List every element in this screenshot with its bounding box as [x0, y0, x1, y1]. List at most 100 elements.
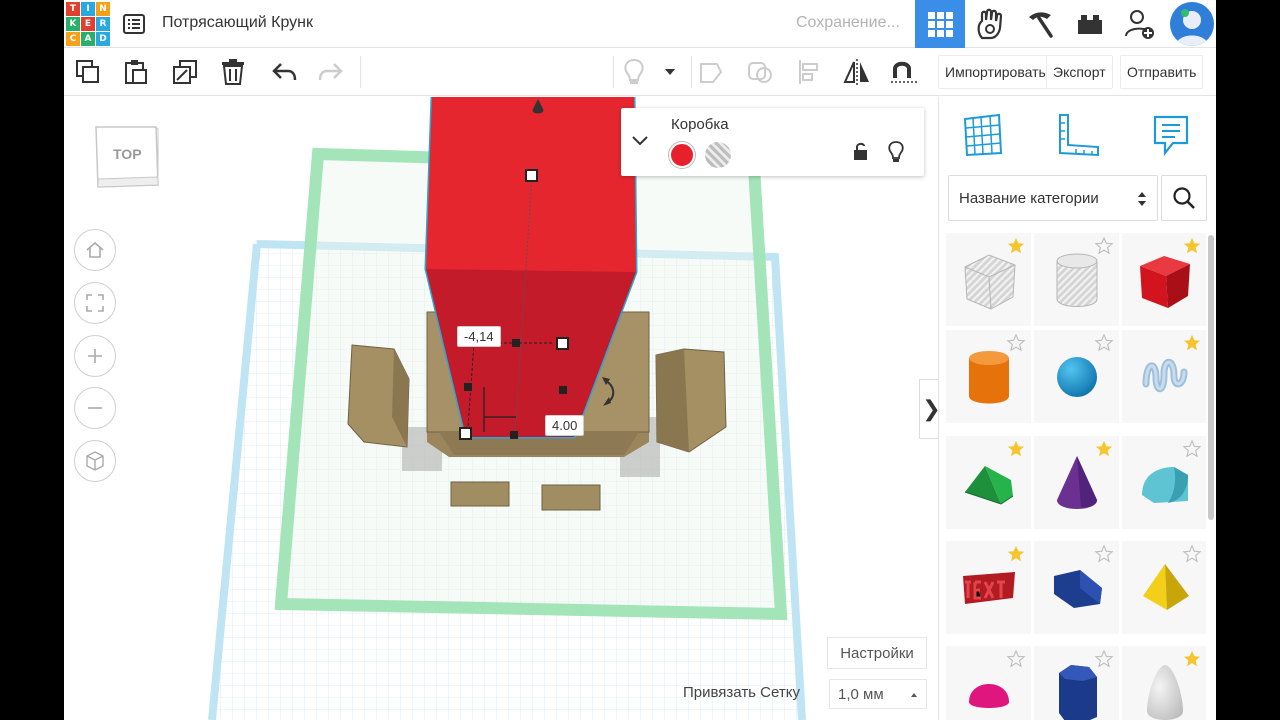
zoom-in-button[interactable] — [74, 335, 116, 377]
favorite-star-icon[interactable] — [1095, 334, 1113, 352]
snap-grid-label: Привязать Сетку — [683, 684, 800, 701]
home-view-button[interactable] — [74, 229, 116, 271]
fit-view-button[interactable] — [74, 282, 116, 324]
shape-cylinder[interactable] — [946, 330, 1031, 423]
shape-round-roof[interactable] — [1122, 436, 1206, 529]
send-button[interactable]: Отправить — [1120, 55, 1204, 89]
logo-cell: C — [66, 32, 80, 46]
corner-handle[interactable] — [459, 427, 472, 440]
favorite-star-icon[interactable] — [1183, 237, 1201, 255]
circuits-icon[interactable] — [965, 0, 1015, 48]
shape-pyramid[interactable] — [1122, 541, 1206, 634]
shape-scribble[interactable] — [1122, 330, 1206, 423]
top-bar: T I N K E R C A D Потрясающий Крунк Сохр… — [64, 0, 1216, 48]
logo-cell: R — [96, 17, 110, 31]
view-cube[interactable]: TOP — [94, 125, 160, 189]
snap-grid-select[interactable]: 1,0 мм — [829, 679, 927, 709]
hole-swatch[interactable] — [705, 142, 731, 168]
shapes-panel: Название категории — [938, 97, 1216, 720]
shape-polygon[interactable] — [1034, 646, 1119, 720]
delete-icon[interactable] — [217, 56, 249, 88]
workplane-tab-icon[interactable] — [959, 111, 1007, 159]
mirror-icon[interactable] — [841, 56, 873, 88]
favorite-star-icon[interactable] — [1007, 440, 1025, 458]
copy-icon[interactable] — [72, 56, 104, 88]
export-button[interactable]: Экспорт — [1046, 55, 1113, 89]
favorite-star-icon[interactable] — [1183, 545, 1201, 563]
shape-text[interactable] — [946, 541, 1031, 634]
favorite-star-icon[interactable] — [1007, 545, 1025, 563]
shape-sphere[interactable] — [1034, 330, 1119, 423]
tinkercad-logo[interactable]: T I N K E R C A D — [66, 2, 110, 46]
workplane-scene[interactable] — [64, 97, 937, 720]
add-user-icon[interactable] — [1115, 0, 1165, 48]
ruler-tab-icon[interactable] — [1054, 111, 1102, 159]
light-icon[interactable] — [618, 56, 650, 88]
shape-box[interactable] — [1122, 233, 1206, 326]
panel-scrollbar[interactable] — [1208, 235, 1214, 520]
edge-handle[interactable] — [510, 431, 518, 439]
favorite-star-icon[interactable] — [1183, 650, 1201, 668]
workplane-magnet-icon[interactable] — [888, 56, 920, 88]
shape-box-hole[interactable] — [946, 233, 1031, 326]
shape-paraboloid[interactable] — [1122, 646, 1206, 720]
favorite-star-icon[interactable] — [1095, 237, 1113, 255]
zoom-out-button[interactable] — [74, 387, 116, 429]
logo-cell: A — [81, 32, 95, 46]
favorite-star-icon[interactable] — [1183, 440, 1201, 458]
paste-icon[interactable] — [120, 56, 152, 88]
category-select[interactable]: Название категории — [948, 175, 1158, 221]
favorite-star-icon[interactable] — [1007, 237, 1025, 255]
design-title[interactable]: Потрясающий Крунк — [162, 14, 313, 32]
corner-handle[interactable] — [556, 337, 569, 350]
search-icon — [1173, 187, 1195, 209]
view-cube-label: TOP — [113, 146, 142, 162]
favorite-star-icon[interactable] — [1095, 440, 1113, 458]
3d-design-icon[interactable] — [915, 0, 965, 48]
light-dropdown-icon[interactable] — [654, 56, 686, 88]
height-handle[interactable] — [525, 169, 538, 182]
shape-wedge[interactable] — [1034, 541, 1119, 634]
logo-cell: N — [96, 2, 110, 16]
visibility-bulb-icon[interactable] — [887, 141, 905, 168]
undo-icon[interactable] — [268, 56, 300, 88]
select-arrows-icon — [1138, 192, 1146, 206]
collapse-chevron-icon[interactable] — [631, 134, 649, 152]
lock-icon[interactable] — [852, 142, 870, 167]
logo-cell: K — [66, 17, 80, 31]
favorite-star-icon[interactable] — [1095, 650, 1113, 668]
edge-handle[interactable] — [559, 386, 567, 394]
shape-half-sphere[interactable] — [946, 646, 1031, 720]
design-menu-icon[interactable] — [122, 12, 146, 36]
align-icon[interactable] — [794, 56, 826, 88]
user-avatar[interactable] — [1170, 2, 1214, 46]
favorite-star-icon[interactable] — [1007, 650, 1025, 668]
solid-color-swatch[interactable] — [669, 142, 695, 168]
dimension-left-input[interactable]: -4,14 — [457, 326, 501, 347]
search-button[interactable] — [1161, 175, 1207, 221]
codeblocks-icon[interactable] — [1015, 0, 1065, 48]
right-arm-side — [656, 349, 689, 452]
shape-inspector: Коробка — [621, 108, 924, 176]
group-icon[interactable] — [695, 56, 727, 88]
shape-cylinder-hole[interactable] — [1034, 233, 1119, 326]
ungroup-icon[interactable] — [744, 56, 776, 88]
logo-cell: I — [81, 2, 95, 16]
toolbar-divider — [691, 56, 692, 88]
shape-roof[interactable] — [946, 436, 1031, 529]
lesson-plans-icon[interactable] — [1065, 0, 1115, 48]
notes-tab-icon[interactable] — [1147, 111, 1195, 159]
shape-cone[interactable] — [1034, 436, 1119, 529]
duplicate-icon[interactable] — [169, 56, 201, 88]
redo-icon[interactable] — [315, 56, 347, 88]
right-foot — [541, 484, 601, 511]
favorite-star-icon[interactable] — [1183, 334, 1201, 352]
workplane-viewport[interactable]: -4,14 4.00 TOP Настройки Привязать Сетку… — [64, 97, 937, 720]
favorite-star-icon[interactable] — [1007, 334, 1025, 352]
orthographic-view-button[interactable] — [74, 440, 116, 482]
workplane-settings-button[interactable]: Настройки — [827, 637, 927, 669]
tinkercad-app: T I N K E R C A D Потрясающий Крунк Сохр… — [64, 0, 1216, 720]
favorite-star-icon[interactable] — [1095, 545, 1113, 563]
import-button[interactable]: Импортировать — [938, 55, 1053, 89]
dimension-right-input[interactable]: 4.00 — [545, 415, 585, 436]
